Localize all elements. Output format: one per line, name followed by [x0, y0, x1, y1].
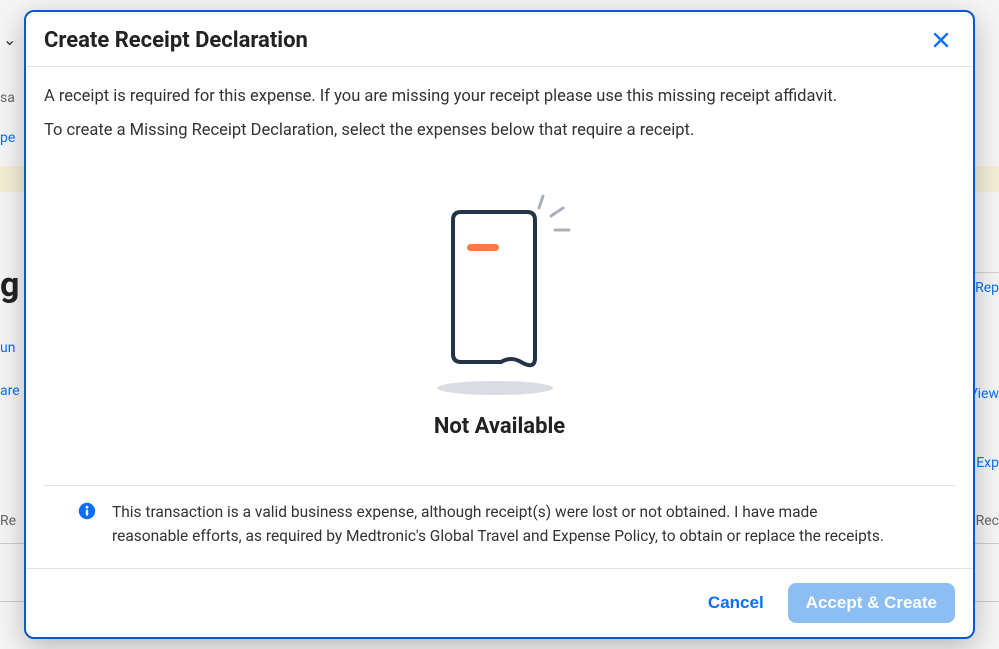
bg-link: are	[0, 383, 20, 399]
bg-text: sa	[0, 90, 15, 106]
receipt-illustration-icon	[415, 190, 585, 400]
close-icon	[932, 31, 950, 49]
accept-create-button[interactable]: Accept & Create	[788, 583, 955, 623]
create-receipt-declaration-modal: Create Receipt Declaration A receipt is …	[24, 10, 975, 639]
not-available-label: Not Available	[434, 414, 565, 439]
close-button[interactable]	[927, 26, 955, 54]
modal-header: Create Receipt Declaration	[26, 12, 973, 67]
bg-link: un	[0, 340, 15, 356]
declaration-text: This transaction is a valid business exp…	[112, 500, 892, 548]
intro-text-1: A receipt is required for this expense. …	[44, 85, 955, 109]
info-icon	[78, 502, 96, 520]
empty-state: Not Available	[44, 153, 955, 467]
bg-column-header: Rec	[976, 513, 999, 529]
intro-text-2: To create a Missing Receipt Declaration,…	[44, 119, 955, 143]
bg-link: pe	[0, 130, 15, 146]
modal-body: A receipt is required for this expense. …	[26, 67, 973, 568]
bg-heading: g	[0, 265, 19, 305]
chevron-down-icon: ⌄	[3, 30, 16, 49]
modal-title: Create Receipt Declaration	[44, 28, 308, 53]
bg-text: Re	[0, 513, 16, 529]
modal-footer: Cancel Accept & Create	[26, 568, 973, 637]
cancel-button[interactable]: Cancel	[702, 585, 770, 621]
declaration-info: This transaction is a valid business exp…	[44, 485, 955, 568]
